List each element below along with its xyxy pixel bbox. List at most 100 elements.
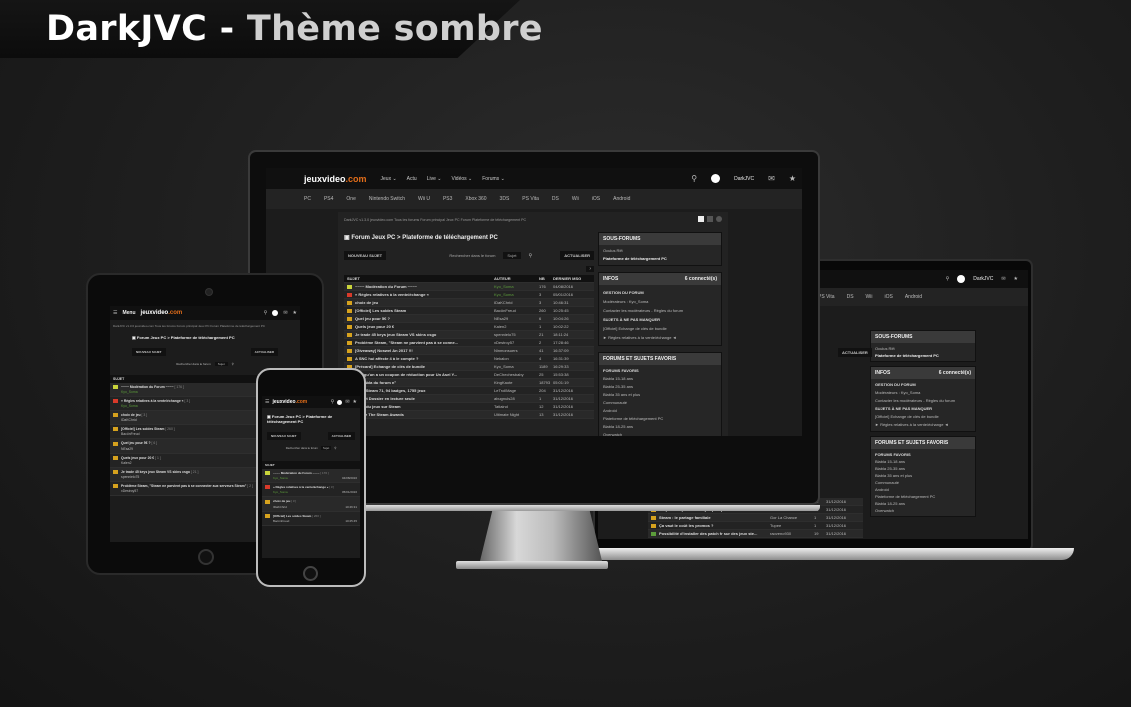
avatar[interactable] (711, 174, 721, 183)
topic-title[interactable]: A SNC hui affecte 4 à le compte ? (347, 356, 494, 361)
favorite-forum-link[interactable]: Communauté (875, 479, 971, 486)
topic-link[interactable]: ~~~~ Modération du Forum ~~~~ (355, 284, 417, 289)
search-type-select[interactable]: Sujet (214, 362, 228, 366)
table-row[interactable]: Quelqu'un a un coupon de réduction pour … (344, 371, 594, 379)
site-logo[interactable]: jeuxvideo.com (141, 310, 183, 316)
avatar[interactable] (957, 275, 966, 283)
star-icon[interactable]: ★ (789, 174, 796, 183)
table-row[interactable]: Possibilité d'installer des patch fr sur… (648, 530, 863, 538)
search-icon[interactable]: ⚲ (331, 399, 335, 405)
topic-link[interactable]: » Règles relatives à la vente/échange « (355, 292, 429, 297)
topic-title[interactable]: Quel jeu pour 5€ ? (347, 316, 494, 321)
favorite-forum-link[interactable]: Blabla 25-35 ans (603, 383, 717, 391)
topic-last-msg[interactable]: 15:53:38 (553, 372, 591, 377)
topic-last-msg[interactable]: 10:46:31 (553, 300, 591, 305)
topic-title[interactable]: Steam : le partage familiale (651, 515, 770, 520)
topic-link[interactable]: [Officiel] Les soldes Steam (121, 427, 164, 431)
phone-home-button[interactable] (303, 566, 318, 581)
table-row[interactable]: choix de jeu IDaKChrid 3 10:46:31 (344, 299, 594, 307)
topic-link[interactable]: Je trade 45 keys jeux Steam VS skins csg… (355, 332, 436, 337)
nav-item-2[interactable]: Live ⌄ (427, 176, 442, 182)
topic-title[interactable]: [Précard] Echange de clés de bundle (347, 364, 494, 369)
favorite-forum-link[interactable]: Blabla 15-18 ans (875, 458, 971, 465)
topic-last-msg[interactable]: 31/12/2016 (826, 531, 860, 536)
favorite-forum-link[interactable]: Blabla 35 ans et plus (603, 391, 717, 399)
topic-author[interactable]: xDestroy57 (494, 340, 539, 345)
contact-link[interactable]: Contacter les modérateurs - Règles du fo… (875, 397, 971, 405)
featured-topic-link[interactable]: [Officiel] Echange de clés de bundle (603, 324, 717, 333)
table-row[interactable]: Le blabla du forum n° KingKaote 18793 05:01… (344, 379, 594, 387)
topic-author[interactable]: BacönFreud (273, 519, 289, 523)
new-topic-button[interactable]: NOUVEAU SUJET (267, 432, 301, 440)
topic-author[interactable]: DeChechesbaby (494, 372, 539, 377)
topic-author[interactable]: raoveno930 (770, 531, 814, 536)
forum-search-input[interactable]: Rechercher dans le forum (176, 362, 211, 366)
subforum-link[interactable]: Plateforme de téléchargement PC (875, 352, 971, 359)
topic-title[interactable]: Je trade 45 keys jeux Steam VS skins csg… (347, 332, 494, 337)
platform-link[interactable]: Wii (866, 294, 873, 300)
topic-author[interactable]: spennielo75 (121, 475, 139, 479)
table-row[interactable]: Sous Steam 71, 94 badges, 1755 jeux LeTro… (344, 387, 594, 395)
favorite-forum-link[interactable]: Android (875, 486, 971, 493)
table-row[interactable]: [Précard] Echange de clés de bundle Kyo_S… (344, 363, 594, 371)
platform-link[interactable]: One (346, 196, 355, 202)
table-row[interactable]: » Règles relatives à la vente/échange « K… (344, 291, 594, 299)
topic-title[interactable]: Code du jeux sur Steam (347, 404, 494, 409)
table-row[interactable]: Steam : le partage familiale Gor La Chanc… (648, 514, 863, 522)
topic-title[interactable]: [Giveaway] Noswel An 2017 !!! (347, 348, 494, 353)
topic-author[interactable]: IDaKChrid (121, 418, 137, 422)
star-icon[interactable]: ★ (1014, 276, 1018, 282)
favorite-forum-link[interactable]: Plateforme de téléchargement PC (875, 493, 971, 500)
topic-link[interactable]: choix de jeu (273, 499, 290, 503)
table-row[interactable]: Code du jeux sur Steam Tatlaind 12 31/12/20… (344, 403, 594, 411)
topic-link[interactable]: Steam : le partage familiale (659, 515, 711, 520)
topic-author[interactable]: Kyo_Soma (121, 404, 138, 408)
topic-link[interactable]: ~~~~ Modération du Forum ~~~~ (121, 385, 174, 389)
topic-link[interactable]: Problème Steam, "Steam ne parvient pas à… (355, 340, 458, 345)
refresh-button[interactable]: ACTUALISER (327, 432, 355, 440)
new-topic-button[interactable]: NOUVEAU SUJET (132, 348, 166, 356)
topic-author[interactable]: NEsa29 (121, 447, 133, 451)
topic-last-msg[interactable]: 31/12/2016 (553, 404, 591, 409)
topic-author[interactable]: Kalen2 (121, 461, 132, 465)
table-row[interactable]: [Officiel] Les soldes Steam BacönFreud 260… (344, 307, 594, 315)
topic-author[interactable]: IDaKChrid (273, 505, 287, 509)
topic-last-msg[interactable]: 31/12/2016 (826, 523, 860, 528)
topic-title[interactable]: Quelqu'un a un coupon de réduction pour … (347, 372, 494, 377)
search-type-select[interactable]: Sujet (320, 446, 332, 450)
next-page-button[interactable]: › (586, 266, 594, 272)
topic-author[interactable]: Kyo_Soma (494, 284, 539, 289)
platform-link[interactable]: Nintendo Switch (369, 196, 405, 202)
mail-icon[interactable]: ✉ (283, 310, 287, 316)
topic-author[interactable]: Ninmonsuers (494, 348, 539, 353)
topic-link[interactable]: A SNC hui affecte 4 à le compte ? (355, 356, 418, 361)
topic-link[interactable]: [Précard] Echange de clés de bundle (355, 364, 425, 369)
topic-title[interactable]: ~~~~ Modération du Forum ~~~~ (347, 284, 494, 289)
list-item[interactable]: [Officiel] Les soldes Steam [ 260 ] Bacön… (262, 511, 360, 526)
platform-link[interactable]: Wii U (418, 196, 430, 202)
avatar[interactable] (272, 310, 279, 316)
subforum-link[interactable]: Oculus Rift (875, 345, 971, 352)
topic-link[interactable]: choix de jeu (121, 413, 141, 417)
topic-title[interactable]: Problème Steam, "Steam ne parvient pas à… (347, 340, 494, 345)
topic-title[interactable]: Ça vaut le coût les promos ? (651, 523, 770, 528)
refresh-button[interactable]: ACTUALISER (250, 348, 278, 356)
topic-last-msg[interactable]: 16:37:09 (553, 348, 591, 353)
forum-search-input[interactable]: Rechercher dans le forum (286, 446, 318, 450)
topic-last-msg[interactable]: 31/12/2016 (826, 507, 860, 512)
topic-title[interactable]: » Règles relatives à la vente/échange « … (265, 485, 357, 490)
table-row[interactable]: Je trade 45 keys jeux Steam VS skins csg… (344, 331, 594, 339)
new-topic-button[interactable]: NOUVEAU SUJET (344, 251, 387, 260)
topic-author[interactable]: Kalen2 (494, 324, 539, 329)
table-row[interactable]: Quels jeux pour 20 € Kalen2 1 10:02:22 (344, 323, 594, 331)
topic-link[interactable]: » Règles relatives à la vente/échange « (121, 399, 184, 403)
list-item[interactable]: choix de jeu [ 3 ]IDaKChrid 10:46:31 (262, 497, 360, 512)
favorite-forum-link[interactable]: Blabla 18-25 ans (603, 423, 717, 431)
topic-author[interactable]: BacönFreud (494, 308, 539, 313)
topic-link[interactable]: [Giveaway] Noswel An 2017 !!! (355, 348, 413, 353)
topic-title[interactable]: » Règles relatives à la vente/échange « (347, 292, 494, 297)
topic-title[interactable]: choix de jeu [ 3 ] (265, 499, 357, 504)
topic-title[interactable]: Le blabla du forum n° (347, 380, 494, 385)
nav-item-4[interactable]: Forums ⌄ (482, 176, 505, 182)
topic-title[interactable]: Quels jeux pour 20 € (347, 324, 494, 329)
